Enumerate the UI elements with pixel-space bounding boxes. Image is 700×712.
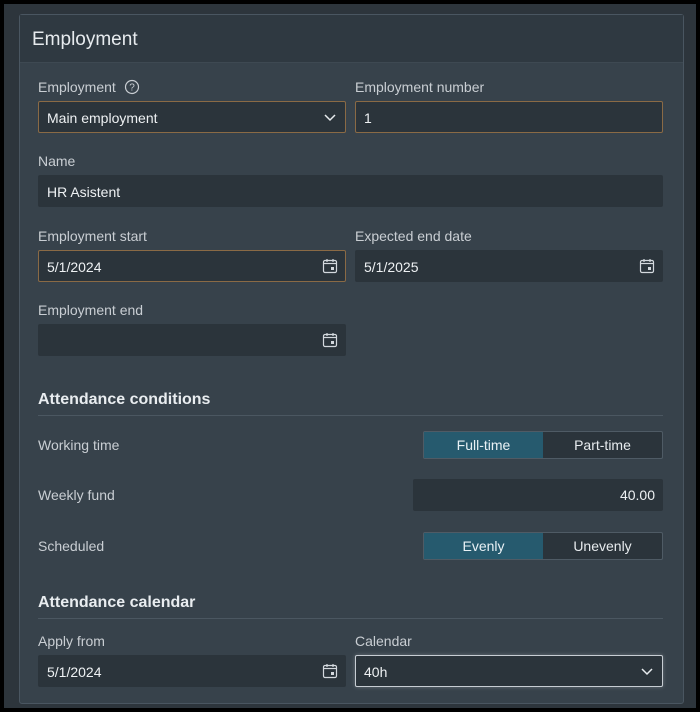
calendar-icon[interactable]	[321, 257, 339, 275]
apply-from-input[interactable]: 5/1/2024	[38, 655, 346, 687]
employment-number-label: Employment number	[355, 79, 485, 95]
calendar-icon[interactable]	[321, 331, 339, 349]
panel-header: Employment	[20, 15, 683, 63]
employment-number-input[interactable]: 1	[355, 101, 663, 133]
weekly-fund-input[interactable]: 40.00	[413, 479, 663, 511]
attendance-calendar-title: Attendance calendar	[38, 594, 196, 611]
expected-end-label: Expected end date	[355, 228, 472, 244]
scheduled-evenly[interactable]: Evenly	[424, 533, 543, 559]
chevron-down-icon	[321, 108, 339, 126]
apply-from-value: 5/1/2024	[47, 664, 102, 680]
calendar-label: Calendar	[355, 633, 412, 649]
scheduled-label: Scheduled	[38, 538, 105, 554]
employment-start-label: Employment start	[38, 228, 147, 244]
employment-number-value: 1	[364, 110, 372, 126]
app-window: Employment Employment ? Main employment …	[4, 4, 696, 708]
working-time-toggle[interactable]: Full-time Part-time	[423, 431, 663, 459]
employment-select-value: Main employment	[47, 110, 158, 126]
scheduled-unevenly[interactable]: Unevenly	[543, 533, 662, 559]
name-value: HR Asistent	[47, 184, 121, 200]
weekly-fund-label: Weekly fund	[38, 487, 115, 503]
attendance-conditions-title: Attendance conditions	[38, 391, 211, 408]
working-time-part-time[interactable]: Part-time	[543, 432, 662, 458]
svg-text:?: ?	[129, 83, 135, 94]
scheduled-toggle[interactable]: Evenly Unevenly	[423, 532, 663, 560]
employment-select[interactable]: Main employment	[38, 101, 346, 133]
working-time-full-time[interactable]: Full-time	[424, 432, 543, 458]
employment-label-text: Employment	[38, 79, 116, 95]
employment-end-input[interactable]	[38, 324, 346, 356]
employment-panel: Employment Employment ? Main employment …	[19, 14, 684, 704]
apply-from-label: Apply from	[38, 633, 105, 649]
chevron-down-icon	[638, 662, 656, 680]
calendar-select-value: 40h	[364, 664, 388, 680]
section-divider	[38, 618, 663, 619]
name-input[interactable]: HR Asistent	[38, 175, 663, 207]
panel-title: Employment	[32, 29, 138, 50]
employment-start-input[interactable]: 5/1/2024	[38, 250, 346, 282]
weekly-fund-value: 40.00	[619, 487, 655, 503]
employment-label: Employment ?	[38, 79, 140, 98]
name-label: Name	[38, 153, 76, 169]
expected-end-value: 5/1/2025	[364, 259, 419, 275]
calendar-select[interactable]: 40h	[355, 655, 663, 687]
expected-end-input[interactable]: 5/1/2025	[355, 250, 663, 282]
employment-end-label: Employment end	[38, 302, 144, 318]
employment-start-value: 5/1/2024	[47, 259, 102, 275]
calendar-icon[interactable]	[321, 662, 339, 680]
help-circle-icon[interactable]: ?	[124, 79, 140, 98]
section-divider	[38, 415, 663, 416]
working-time-label: Working time	[38, 437, 120, 453]
calendar-icon[interactable]	[638, 257, 656, 275]
